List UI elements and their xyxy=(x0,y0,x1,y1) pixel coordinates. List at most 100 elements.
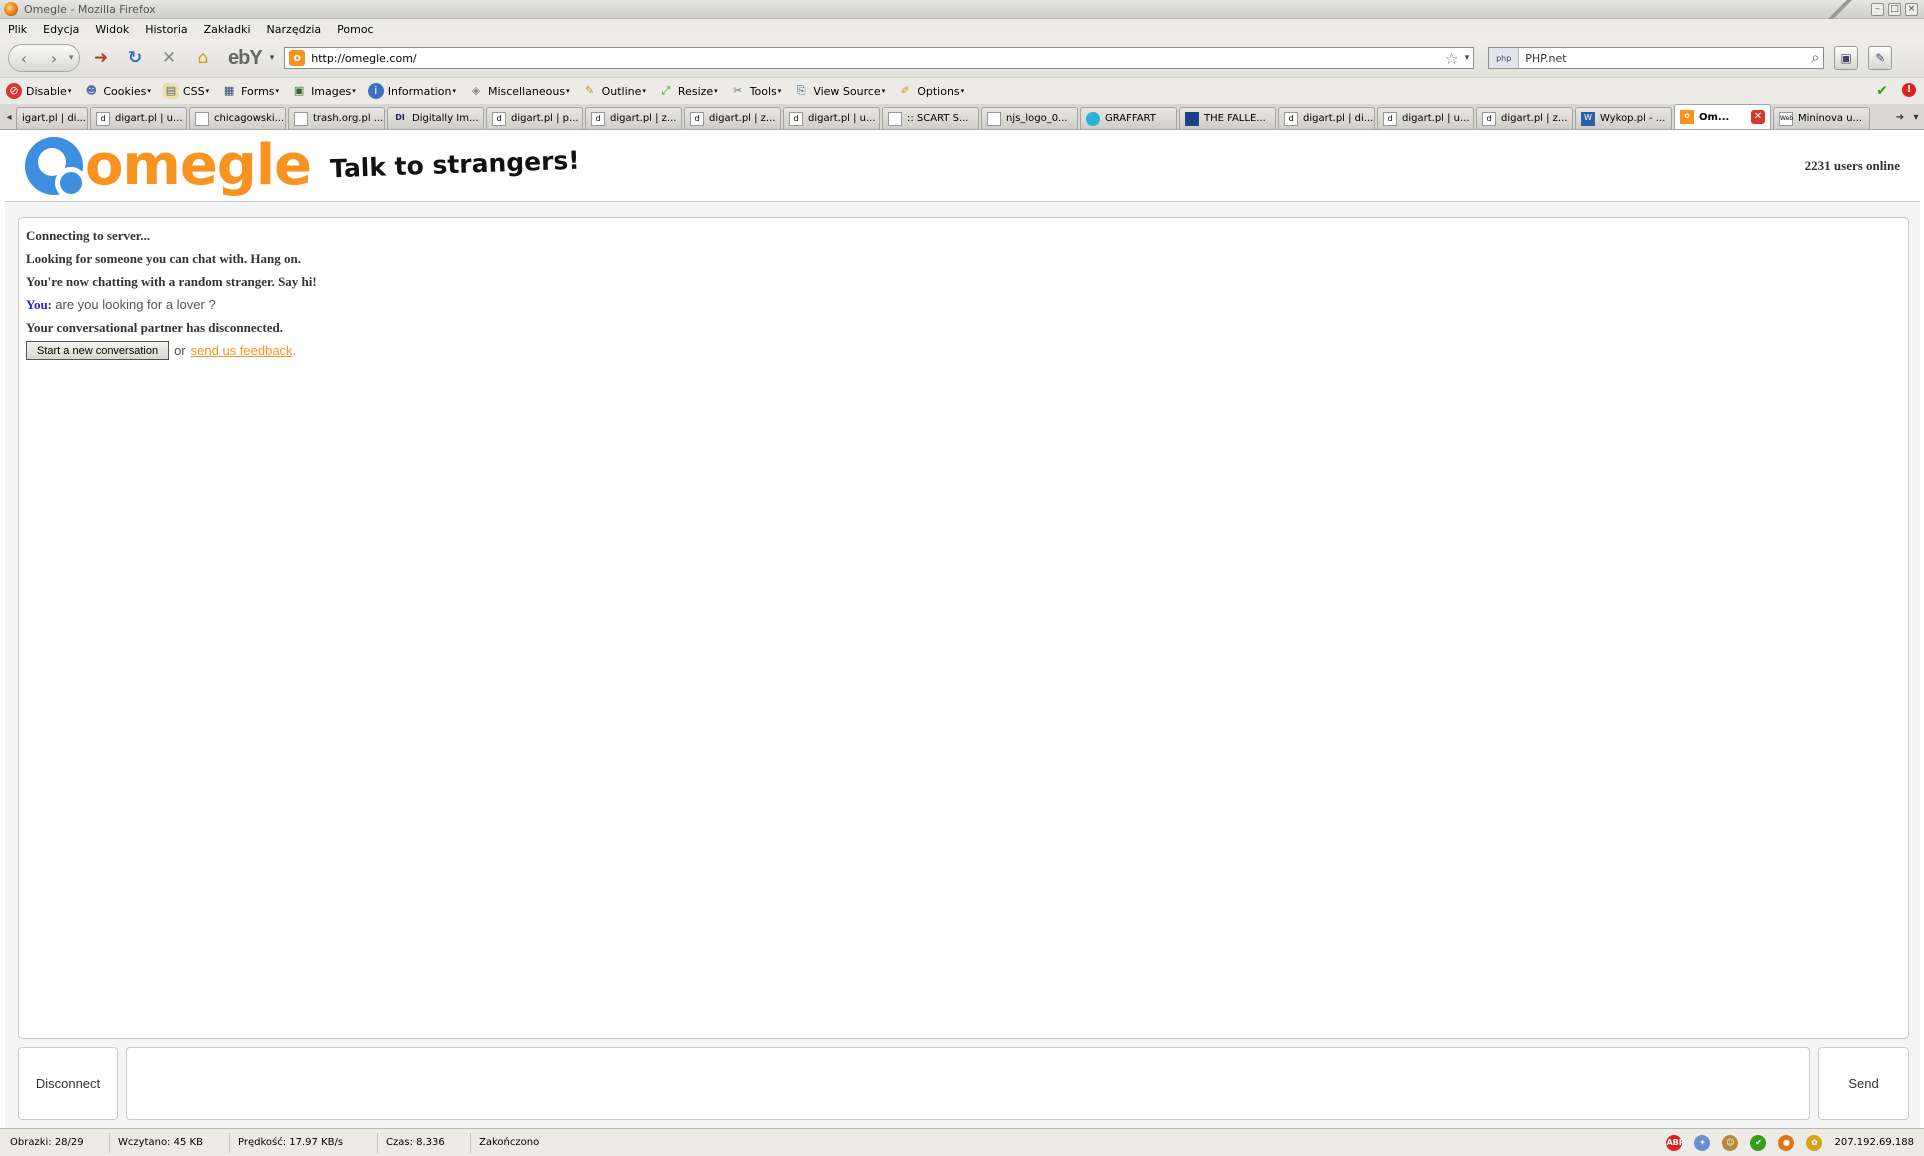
page-favicon-icon xyxy=(294,111,308,126)
page-favicon-icon xyxy=(888,111,902,126)
menu-edycja[interactable]: Edycja xyxy=(43,23,79,36)
message-input[interactable] xyxy=(126,1047,1810,1120)
tab-0[interactable]: igart.pl | di... xyxy=(16,107,88,129)
stop-icon[interactable]: ✕ xyxy=(156,45,182,71)
url-text[interactable]: http://omegle.com/ xyxy=(311,52,1444,65)
search-input[interactable]: PHP.net xyxy=(1519,52,1811,65)
status-speed: Prędkość: 17.97 KB/s xyxy=(238,1132,378,1153)
forward-button[interactable]: › xyxy=(39,49,69,68)
menu-widok[interactable]: Widok xyxy=(95,23,129,36)
tab-4[interactable]: DI Digitally Im... xyxy=(387,107,484,129)
status-disconnected: Your conversational partner has disconne… xyxy=(26,320,283,335)
maximize-button[interactable]: □ xyxy=(1888,2,1901,16)
search-icon[interactable]: ⌕ xyxy=(1811,50,1819,66)
close-window-button[interactable]: × xyxy=(1905,2,1918,16)
tab-6[interactable]: d digart.pl | z... xyxy=(585,107,682,129)
tab-14[interactable]: d digart.pl | u... xyxy=(1377,107,1474,129)
send-button[interactable]: Send xyxy=(1818,1047,1909,1120)
dev-view-source[interactable]: ⎘ View Source ▾ xyxy=(793,83,885,99)
status-time: Czas: 8.336 xyxy=(386,1132,471,1153)
dev-css[interactable]: ▤ CSS ▾ xyxy=(162,83,209,99)
tab-1[interactable]: d digart.pl | u... xyxy=(90,107,187,129)
tab-9[interactable]: :: SCART S... xyxy=(882,107,979,129)
start-new-conversation-button[interactable]: Start a new conversation xyxy=(26,341,170,360)
digart-favicon-icon: d xyxy=(1383,111,1397,126)
tab-13[interactable]: d digart.pl | di... xyxy=(1278,107,1375,129)
url-bar[interactable]: o http://omegle.com/ ☆ ▾ xyxy=(284,47,1475,69)
dev-images[interactable]: ▣ Images ▾ xyxy=(291,83,356,99)
ebay-dropdown-icon[interactable]: ▾ xyxy=(270,53,275,63)
send-feedback-link[interactable]: send us feedback xyxy=(191,343,293,358)
validator-ok-icon[interactable]: ✔ xyxy=(1750,1134,1767,1151)
tab-16[interactable]: W Wykop.pl - ... xyxy=(1575,107,1672,129)
menu-plik[interactable]: Plik xyxy=(8,23,27,36)
tab-10[interactable]: njs_logo_0... xyxy=(981,107,1078,129)
minimize-button[interactable]: – xyxy=(1871,2,1884,16)
dev-outline[interactable]: ✎ Outline ▾ xyxy=(582,83,646,99)
users-online-count: 2231 users online xyxy=(1804,158,1900,173)
digart-favicon-icon: d xyxy=(690,111,704,126)
disconnect-button[interactable]: Disconnect xyxy=(18,1047,118,1120)
tab-bar: ◂ igart.pl | di... d digart.pl | u... chi… xyxy=(0,104,1924,130)
outline-icon: ✎ xyxy=(585,84,595,97)
tab-12[interactable]: THE FALLE... xyxy=(1179,107,1276,129)
digart-favicon-icon: d xyxy=(1482,111,1496,126)
go-icon[interactable]: ➜ xyxy=(88,45,114,71)
tab-8[interactable]: d digart.pl | u... xyxy=(783,107,880,129)
dev-forms[interactable]: ▦ Forms ▾ xyxy=(221,83,279,99)
menu-zakladki[interactable]: Zakładki xyxy=(204,23,251,36)
status-connecting: Connecting to server... xyxy=(26,228,151,243)
dev-options[interactable]: ✐ Options ▾ xyxy=(897,83,965,99)
home-icon[interactable]: ⌂ xyxy=(190,45,216,71)
chat-message: You: are you looking for a lover ? xyxy=(26,293,1901,316)
tab-scroll-left-icon[interactable]: ◂ xyxy=(2,107,16,129)
tab-11[interactable]: GRAFFART xyxy=(1080,107,1177,129)
tab-5[interactable]: d digart.pl | p... xyxy=(486,107,583,129)
error-icon[interactable]: ! xyxy=(1902,83,1916,97)
back-button[interactable]: ‹ xyxy=(9,49,39,68)
search-bar[interactable]: php PHP.net ⌕ xyxy=(1488,47,1825,69)
windows-tool-icon[interactable]: ▣ xyxy=(1834,46,1859,70)
navigation-toolbar: ‹ › ▾ ➜ ↻ ✕ ⌂ ebY ▾ o http://omegle.com/… xyxy=(0,39,1924,77)
menu-historia[interactable]: Historia xyxy=(145,23,187,36)
addon-icon[interactable]: ✦ xyxy=(1694,1134,1711,1151)
dev-tools[interactable]: ✂ Tools ▾ xyxy=(730,83,781,99)
dev-information[interactable]: i Information ▾ xyxy=(367,83,456,99)
search-engine-icon[interactable]: php xyxy=(1489,48,1520,68)
tab-17-active[interactable]: o Om... ✕ xyxy=(1674,104,1771,129)
reload-icon[interactable]: ↻ xyxy=(122,45,148,71)
page-favicon-icon xyxy=(195,111,209,126)
tab-7[interactable]: d digart.pl | z... xyxy=(684,107,781,129)
firefox-icon xyxy=(4,2,18,16)
bookmark-star-icon[interactable]: ☆ xyxy=(1444,49,1458,68)
back-forward-group: ‹ › ▾ xyxy=(8,44,80,72)
dev-disable[interactable]: ⊘ Disable ▾ xyxy=(6,83,71,99)
dev-resize[interactable]: ⤢ Resize ▾ xyxy=(658,83,718,99)
tab-list-dropdown-icon[interactable]: ▾ xyxy=(1908,107,1924,129)
tools-icon: ✂ xyxy=(733,84,743,97)
security-icon[interactable]: ✿ xyxy=(1806,1134,1823,1151)
resize-icon: ⤢ xyxy=(661,84,671,97)
omegle-logo-text: omegle xyxy=(85,133,312,198)
tagline: Talk to strangers! xyxy=(329,145,581,184)
url-dropdown-icon[interactable]: ▾ xyxy=(1465,53,1470,63)
tab-18[interactable]: Web Mininova u... xyxy=(1773,107,1870,129)
tab-2[interactable]: chicagowski... xyxy=(189,107,286,129)
wykop-favicon-icon: W xyxy=(1581,111,1595,126)
menu-narzedzia[interactable]: Narzędzia xyxy=(267,23,322,36)
tab-15[interactable]: d digart.pl | z... xyxy=(1476,107,1573,129)
adblock-icon[interactable]: ABP xyxy=(1666,1134,1685,1151)
ebay-button[interactable]: ebY xyxy=(228,47,263,70)
close-tab-icon[interactable]: ✕ xyxy=(1751,110,1765,124)
menu-pomoc[interactable]: Pomoc xyxy=(337,23,373,36)
edit-tool-icon[interactable]: ✎ xyxy=(1868,46,1893,70)
omegle-logo[interactable]: omegle xyxy=(25,133,312,199)
tab-scroll-right-icon[interactable]: ➜ xyxy=(1892,107,1908,129)
dev-miscellaneous[interactable]: ◈ Miscellaneous ▾ xyxy=(468,83,570,99)
dev-cookies[interactable]: ☻ Cookies ▾ xyxy=(83,83,151,99)
greasemonkey-icon[interactable]: ☺ xyxy=(1722,1134,1739,1151)
firebug-icon[interactable]: ● xyxy=(1778,1134,1795,1151)
validation-ok-icon[interactable]: ✔ xyxy=(1876,83,1888,99)
tab-3[interactable]: trash.org.pl ... xyxy=(288,107,385,129)
history-dropdown-icon[interactable]: ▾ xyxy=(69,53,74,63)
